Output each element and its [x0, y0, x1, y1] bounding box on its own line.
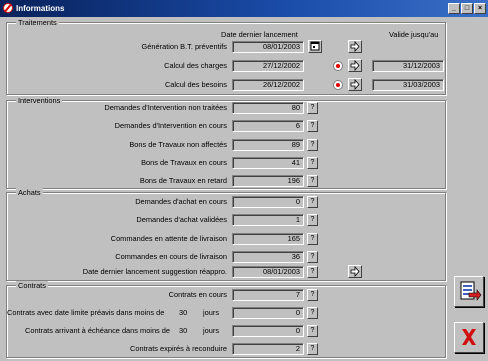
commandes-attente-detail-button[interactable]: ? [307, 233, 318, 245]
contrats-group-label: Contrats [16, 281, 48, 290]
calendar-icon [310, 41, 320, 51]
arrow-right-icon [350, 265, 360, 278]
cancel-x-icon [462, 329, 476, 345]
calcul-charges-date-field: 27/12/2002 [232, 60, 304, 72]
bt-en-retard-detail-button[interactable]: ? [307, 175, 318, 187]
contrats-expires-label: Contrats expirés à reconduire [130, 344, 227, 353]
contrats-expires-detail-button[interactable]: ? [307, 343, 318, 355]
column-header-date: Date dernier lancement [221, 30, 298, 39]
di-non-traitees-label: Demandes d'Intervention non traitées [104, 103, 227, 112]
export-icon [460, 281, 482, 301]
contrats-preavis-days-unit: jours [203, 308, 220, 317]
di-non-traitees-value: 80 [232, 102, 304, 114]
commandes-livraison-detail-button[interactable]: ? [307, 251, 318, 263]
suggestion-reappro-date-field: 08/01/2003 [232, 266, 304, 278]
bt-en-retard-value: 196 [232, 175, 304, 187]
commandes-attente-value: 165 [232, 233, 304, 245]
commandes-livraison-label: Commandes en cours de livraison [115, 252, 227, 261]
bt-non-affectes-value: 89 [232, 139, 304, 151]
calcul-besoins-label: Calcul des besoins [164, 80, 227, 89]
contrats-en-cours-label: Contrats en cours [168, 290, 227, 299]
di-non-traitees-detail-button[interactable]: ? [307, 102, 318, 114]
maximize-button[interactable]: □ [461, 3, 473, 14]
suggestion-reappro-label: Date dernier lancement suggestion réappr… [82, 267, 227, 276]
interventions-group-label: Interventions [16, 96, 63, 105]
export-button[interactable] [454, 276, 484, 307]
suggestion-reappro-launch-button[interactable] [348, 265, 362, 278]
cancel-button[interactable] [454, 322, 484, 353]
bt-en-retard-label: Bons de Travaux en retard [139, 176, 227, 185]
di-en-cours-detail-button[interactable]: ? [307, 120, 318, 132]
app-icon [3, 3, 13, 13]
contrats-preavis-detail-button[interactable]: ? [307, 307, 318, 319]
minimize-button[interactable]: _ [448, 3, 460, 14]
calcul-besoins-valide-field: 31/03/2003 [372, 79, 444, 91]
interventions-group: Interventions Demandes d'Intervention no… [6, 96, 446, 189]
contrats-echeance-days[interactable]: 30 [179, 325, 187, 336]
arrow-right-icon [350, 59, 360, 72]
calcul-besoins-launch-button[interactable] [348, 78, 362, 91]
calcul-besoins-status-radio[interactable] [333, 80, 343, 90]
bt-non-affectes-label: Bons de Travaux non affectés [129, 140, 227, 149]
commandes-livraison-value: 36 [232, 251, 304, 263]
window-controls: _ □ × [447, 3, 486, 14]
commandes-attente-label: Commandes en attente de livraison [110, 234, 227, 243]
di-en-cours-value: 6 [232, 120, 304, 132]
contrats-preavis-days[interactable]: 30 [179, 307, 187, 318]
contrats-echeance-label: Contrats arrivant à échéance dans moins … [25, 326, 171, 335]
contrats-echeance-days-unit: jours [203, 326, 220, 335]
calcul-charges-valide-field: 31/12/2003 [372, 60, 444, 72]
column-header-valide: Valide jusqu'au [389, 30, 439, 39]
contrats-preavis-label: Contrats avec date limite préavis dans m… [7, 308, 165, 317]
da-en-cours-value: 0 [232, 196, 304, 208]
suggestion-reappro-detail-button[interactable]: ? [307, 266, 318, 278]
contrats-group: Contrats Contrats en cours 7 ? Contrats … [6, 281, 446, 358]
bt-en-cours-detail-button[interactable]: ? [307, 157, 318, 169]
calcul-charges-label: Calcul des charges [164, 61, 227, 70]
achats-group: Achats Demandes d'achat en cours 0 ? Dem… [6, 188, 446, 281]
contrats-en-cours-value: 7 [232, 289, 304, 301]
contrats-preavis-value: 0 [232, 307, 304, 319]
title-bar: Informations _ □ × [0, 0, 488, 17]
traitements-group: Traitements Date dernier lancement Valid… [6, 18, 446, 95]
da-en-cours-label: Demandes d'achat en cours [135, 197, 227, 206]
bt-en-cours-label: Bons de Travaux en cours [141, 158, 227, 167]
traitements-group-label: Traitements [16, 18, 59, 27]
calendar-button[interactable] [308, 40, 322, 53]
generation-bt-launch-button[interactable] [348, 40, 362, 53]
arrow-right-icon [350, 40, 360, 53]
arrow-right-icon [350, 78, 360, 91]
di-en-cours-label: Demandes d'Intervention en cours [114, 121, 227, 130]
bt-non-affectes-detail-button[interactable]: ? [307, 139, 318, 151]
calcul-charges-status-radio[interactable] [333, 61, 343, 71]
close-button[interactable]: × [474, 3, 486, 14]
da-en-cours-detail-button[interactable]: ? [307, 196, 318, 208]
da-validees-value: 1 [232, 214, 304, 226]
bt-en-cours-value: 41 [232, 157, 304, 169]
window-title: Informations [16, 4, 65, 13]
calcul-besoins-date-field: 26/12/2002 [232, 79, 304, 91]
da-validees-label: Demandes d'achat validées [136, 215, 227, 224]
generation-bt-label: Génération B.T. préventifs [141, 42, 227, 51]
achats-group-label: Achats [16, 188, 43, 197]
calcul-charges-launch-button[interactable] [348, 59, 362, 72]
generation-bt-date-field: 08/01/2003 [232, 41, 304, 53]
da-validees-detail-button[interactable]: ? [307, 214, 318, 226]
contrats-expires-value: 2 [232, 343, 304, 355]
contrats-echeance-value: 0 [232, 325, 304, 337]
contrats-echeance-detail-button[interactable]: ? [307, 325, 318, 337]
contrats-en-cours-detail-button[interactable]: ? [307, 289, 318, 301]
